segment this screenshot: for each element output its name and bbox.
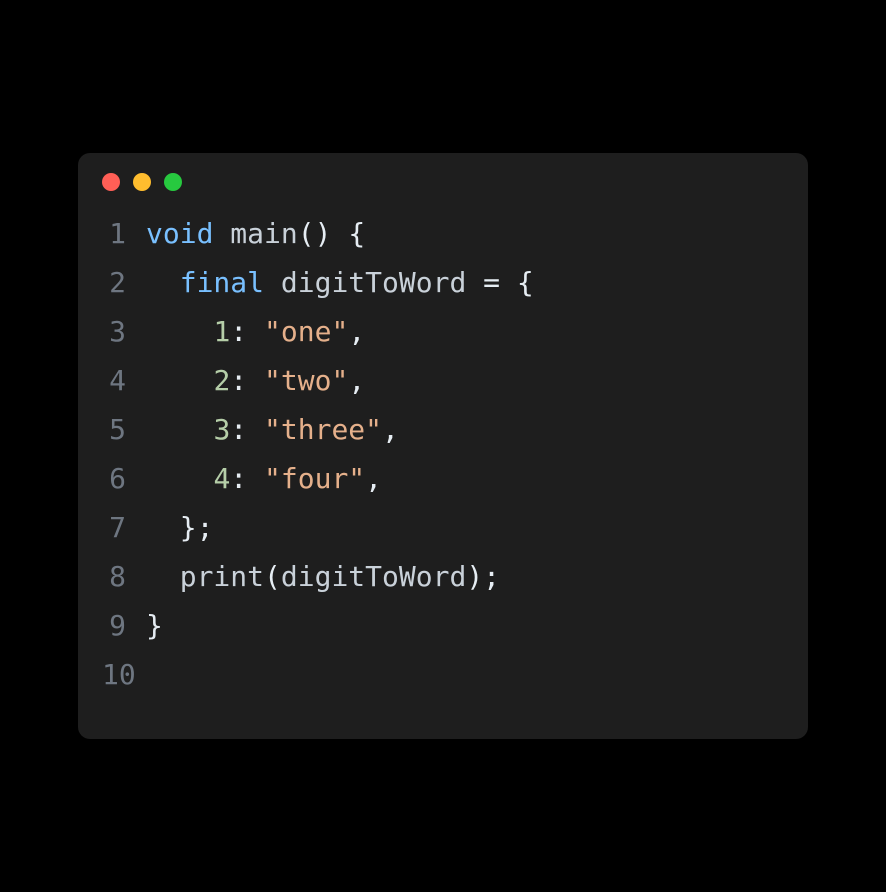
line-number: 1	[102, 209, 146, 258]
window-titlebar	[78, 153, 808, 199]
minimize-icon[interactable]	[133, 173, 151, 191]
code-content: }	[146, 601, 163, 650]
editor-window: 1 void main() { 2 final digitToWord = { …	[78, 153, 808, 739]
code-line: 3 1: "one",	[102, 307, 784, 356]
code-content: };	[146, 503, 213, 552]
code-line: 8 print(digitToWord);	[102, 552, 784, 601]
code-line: 4 2: "two",	[102, 356, 784, 405]
code-line: 1 void main() {	[102, 209, 784, 258]
code-content: void main() {	[146, 209, 365, 258]
code-content: 2: "two",	[146, 356, 365, 405]
line-number: 6	[102, 454, 146, 503]
line-number: 8	[102, 552, 146, 601]
close-icon[interactable]	[102, 173, 120, 191]
code-content: print(digitToWord);	[146, 552, 500, 601]
line-number: 2	[102, 258, 146, 307]
code-line: 6 4: "four",	[102, 454, 784, 503]
code-line: 5 3: "three",	[102, 405, 784, 454]
line-number: 7	[102, 503, 146, 552]
code-line: 9 }	[102, 601, 784, 650]
code-content: 4: "four",	[146, 454, 382, 503]
code-editor[interactable]: 1 void main() { 2 final digitToWord = { …	[78, 199, 808, 739]
code-line: 2 final digitToWord = {	[102, 258, 784, 307]
code-content: 1: "one",	[146, 307, 365, 356]
code-line: 7 };	[102, 503, 784, 552]
code-line: 10	[102, 650, 784, 699]
code-content: final digitToWord = {	[146, 258, 534, 307]
line-number: 4	[102, 356, 146, 405]
line-number: 10	[102, 650, 146, 699]
maximize-icon[interactable]	[164, 173, 182, 191]
code-content: 3: "three",	[146, 405, 399, 454]
line-number: 3	[102, 307, 146, 356]
line-number: 5	[102, 405, 146, 454]
line-number: 9	[102, 601, 146, 650]
